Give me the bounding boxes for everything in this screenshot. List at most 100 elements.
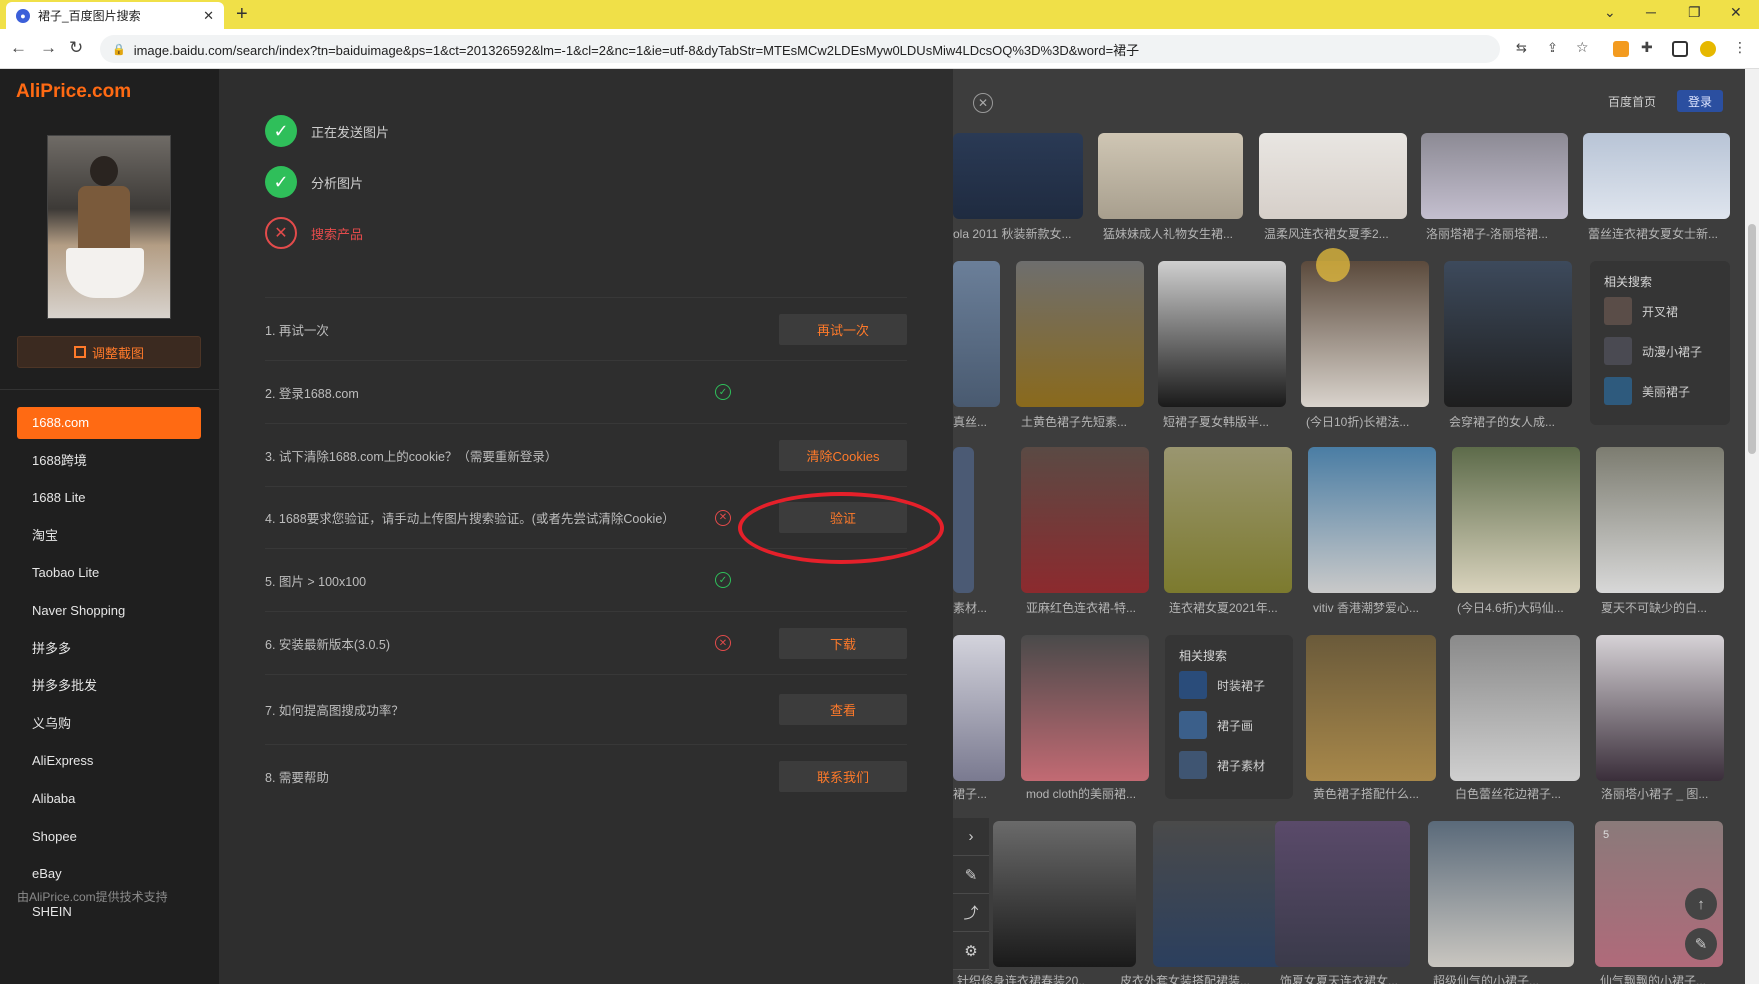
related-search-item[interactable]: 裙子画	[1179, 711, 1253, 739]
related-search-panel: 相关搜索 时装裙子 裙子画 裙子素材	[1165, 635, 1293, 799]
restore-icon[interactable]: ❐	[1688, 4, 1701, 21]
gallery-count-badge: 5	[1603, 829, 1610, 841]
result-image[interactable]	[1306, 635, 1436, 781]
platform-item-1688[interactable]: 1688.com	[17, 407, 201, 439]
related-search-item[interactable]: 裙子素材	[1179, 751, 1265, 779]
platform-item-aliexpress[interactable]: AliExpress	[17, 745, 201, 783]
address-bar: ← → ↻ 🔒 image.baidu.com/search/index?tn=…	[0, 29, 1759, 69]
extension-icon[interactable]	[1613, 41, 1629, 57]
baidu-results-area: ola 2011 秋装新款女... 猛妹妹成人礼物女生裙... 温柔风连衣裙女夏…	[953, 69, 1745, 984]
step-label: 正在发送图片	[311, 124, 390, 140]
tab-search-icon[interactable]: ⌄	[1604, 4, 1616, 21]
clear-cookies-button[interactable]: 清除Cookies	[779, 439, 907, 471]
baidu-home-link[interactable]: 百度首页	[1608, 93, 1656, 110]
back-to-top-icon[interactable]: ↑	[1685, 888, 1717, 920]
contact-us-button[interactable]: 联系我们	[779, 760, 907, 792]
result-image[interactable]	[1583, 133, 1730, 219]
step-sending-image: ✓ 正在发送图片	[265, 115, 389, 147]
platform-item-1688-lite[interactable]: 1688 Lite	[17, 482, 201, 520]
platform-item-pinduoduo[interactable]: 拼多多	[17, 633, 201, 671]
platform-item-taobao[interactable]: 淘宝	[17, 520, 201, 558]
download-button[interactable]: 下载	[779, 627, 907, 659]
result-caption: 裙子...	[953, 787, 988, 801]
related-label: 时装裙子	[1217, 678, 1266, 693]
browser-tab[interactable]: ● 裙子_百度图片搜索 ✕	[6, 2, 224, 29]
platform-item-pinduoduo-wholesale[interactable]: 拼多多批发	[17, 670, 201, 708]
back-icon[interactable]: ←	[10, 38, 27, 58]
checklist-row: 2. 登录1688.com ✓	[265, 360, 907, 423]
edit-pencil-icon[interactable]: ✎	[953, 856, 989, 894]
avatar[interactable]	[1700, 41, 1716, 57]
result-caption: 针织修身连衣裙春装20...	[957, 974, 1085, 984]
reload-icon[interactable]: ↻	[69, 38, 83, 58]
forward-icon[interactable]: →	[40, 38, 57, 58]
feedback-pencil-icon[interactable]: ✎	[1685, 928, 1717, 960]
result-image[interactable]	[953, 261, 1000, 407]
platform-item-naver[interactable]: Naver Shopping	[17, 595, 201, 633]
result-image[interactable]	[953, 635, 1005, 781]
result-image[interactable]	[953, 133, 1083, 219]
related-search-panel: 相关搜索 开叉裙 动漫小裙子 美丽裙子	[1590, 261, 1730, 425]
checklist-text: 2. 登录1688.com	[265, 386, 359, 401]
adjust-screenshot-button[interactable]: 调整截图	[17, 336, 201, 368]
sidepanel-icon[interactable]	[1672, 41, 1688, 57]
bookmark-star-icon[interactable]: ☆	[1576, 39, 1589, 56]
result-image[interactable]	[1308, 447, 1436, 593]
expand-chevron-icon[interactable]: ›	[953, 818, 989, 856]
result-image[interactable]	[1259, 133, 1407, 219]
platform-item-alibaba[interactable]: Alibaba	[17, 783, 201, 821]
related-label: 开叉裙	[1642, 304, 1679, 319]
result-image[interactable]	[1021, 447, 1149, 593]
aliprice-logo: AliPrice.com	[16, 81, 132, 102]
related-search-item[interactable]: 美丽裙子	[1604, 377, 1690, 405]
tab-bar: ● 裙子_百度图片搜索 ✕ + ⌄ ─ ❐ ✕	[0, 0, 1759, 29]
step-analyzing-image: ✓ 分析图片	[265, 166, 363, 198]
result-image[interactable]	[1452, 447, 1580, 593]
related-search-item[interactable]: 时装裙子	[1179, 671, 1265, 699]
check-circle-icon: ✓	[715, 384, 731, 400]
result-image[interactable]	[1098, 133, 1243, 219]
result-image[interactable]	[1301, 261, 1429, 407]
translate-icon[interactable]: ⇆	[1516, 40, 1527, 56]
platform-item-shopee[interactable]: Shopee	[17, 821, 201, 859]
result-image[interactable]	[1021, 635, 1149, 781]
divider	[0, 389, 219, 390]
settings-gear-icon[interactable]: ⚙	[953, 932, 989, 970]
new-tab-button[interactable]: +	[236, 3, 248, 25]
result-image[interactable]	[1444, 261, 1572, 407]
result-image[interactable]	[1158, 261, 1286, 407]
result-image[interactable]	[1275, 821, 1410, 967]
page-scrollbar[interactable]	[1745, 69, 1759, 984]
result-image[interactable]	[1421, 133, 1568, 219]
login-button[interactable]: 登录	[1677, 90, 1723, 112]
platform-item-yiwugou[interactable]: 义乌购	[17, 708, 201, 746]
result-caption: 洛丽塔小裙子 _ 图...	[1601, 787, 1709, 801]
result-image[interactable]	[1596, 635, 1724, 781]
close-window-icon[interactable]: ✕	[1730, 4, 1742, 21]
share-icon[interactable]: ⇪	[1547, 40, 1558, 56]
related-label: 美丽裙子	[1642, 384, 1691, 399]
mouse-cursor-highlight	[1316, 248, 1350, 282]
result-image[interactable]	[1016, 261, 1144, 407]
url-field[interactable]: 🔒 image.baidu.com/search/index?tn=baidui…	[100, 35, 1500, 63]
result-image[interactable]	[1596, 447, 1724, 593]
platform-item-taobao-lite[interactable]: Taobao Lite	[17, 557, 201, 595]
result-caption: 皮衣外套女装搭配裙装...	[1120, 974, 1251, 984]
minimize-icon[interactable]: ─	[1646, 4, 1656, 20]
platform-item-1688-kuajing[interactable]: 1688跨境	[17, 445, 201, 483]
scrollbar-thumb[interactable]	[1748, 224, 1756, 454]
retry-button[interactable]: 再试一次	[779, 313, 907, 345]
related-search-item[interactable]: 开叉裙	[1604, 297, 1678, 325]
puzzle-icon[interactable]: ✚	[1641, 39, 1653, 56]
close-overlay-icon[interactable]: ✕	[973, 93, 993, 113]
result-image[interactable]	[993, 821, 1136, 967]
result-image[interactable]	[953, 447, 974, 593]
result-image[interactable]	[1450, 635, 1580, 781]
menu-icon[interactable]: ⋮	[1733, 39, 1747, 56]
result-image[interactable]	[1428, 821, 1574, 967]
related-search-item[interactable]: 动漫小裙子	[1604, 337, 1702, 365]
result-image[interactable]	[1164, 447, 1292, 593]
view-button[interactable]: 查看	[779, 694, 907, 725]
tab-close-icon[interactable]: ✕	[203, 8, 214, 24]
share-icon[interactable]: ⤴	[953, 894, 989, 932]
